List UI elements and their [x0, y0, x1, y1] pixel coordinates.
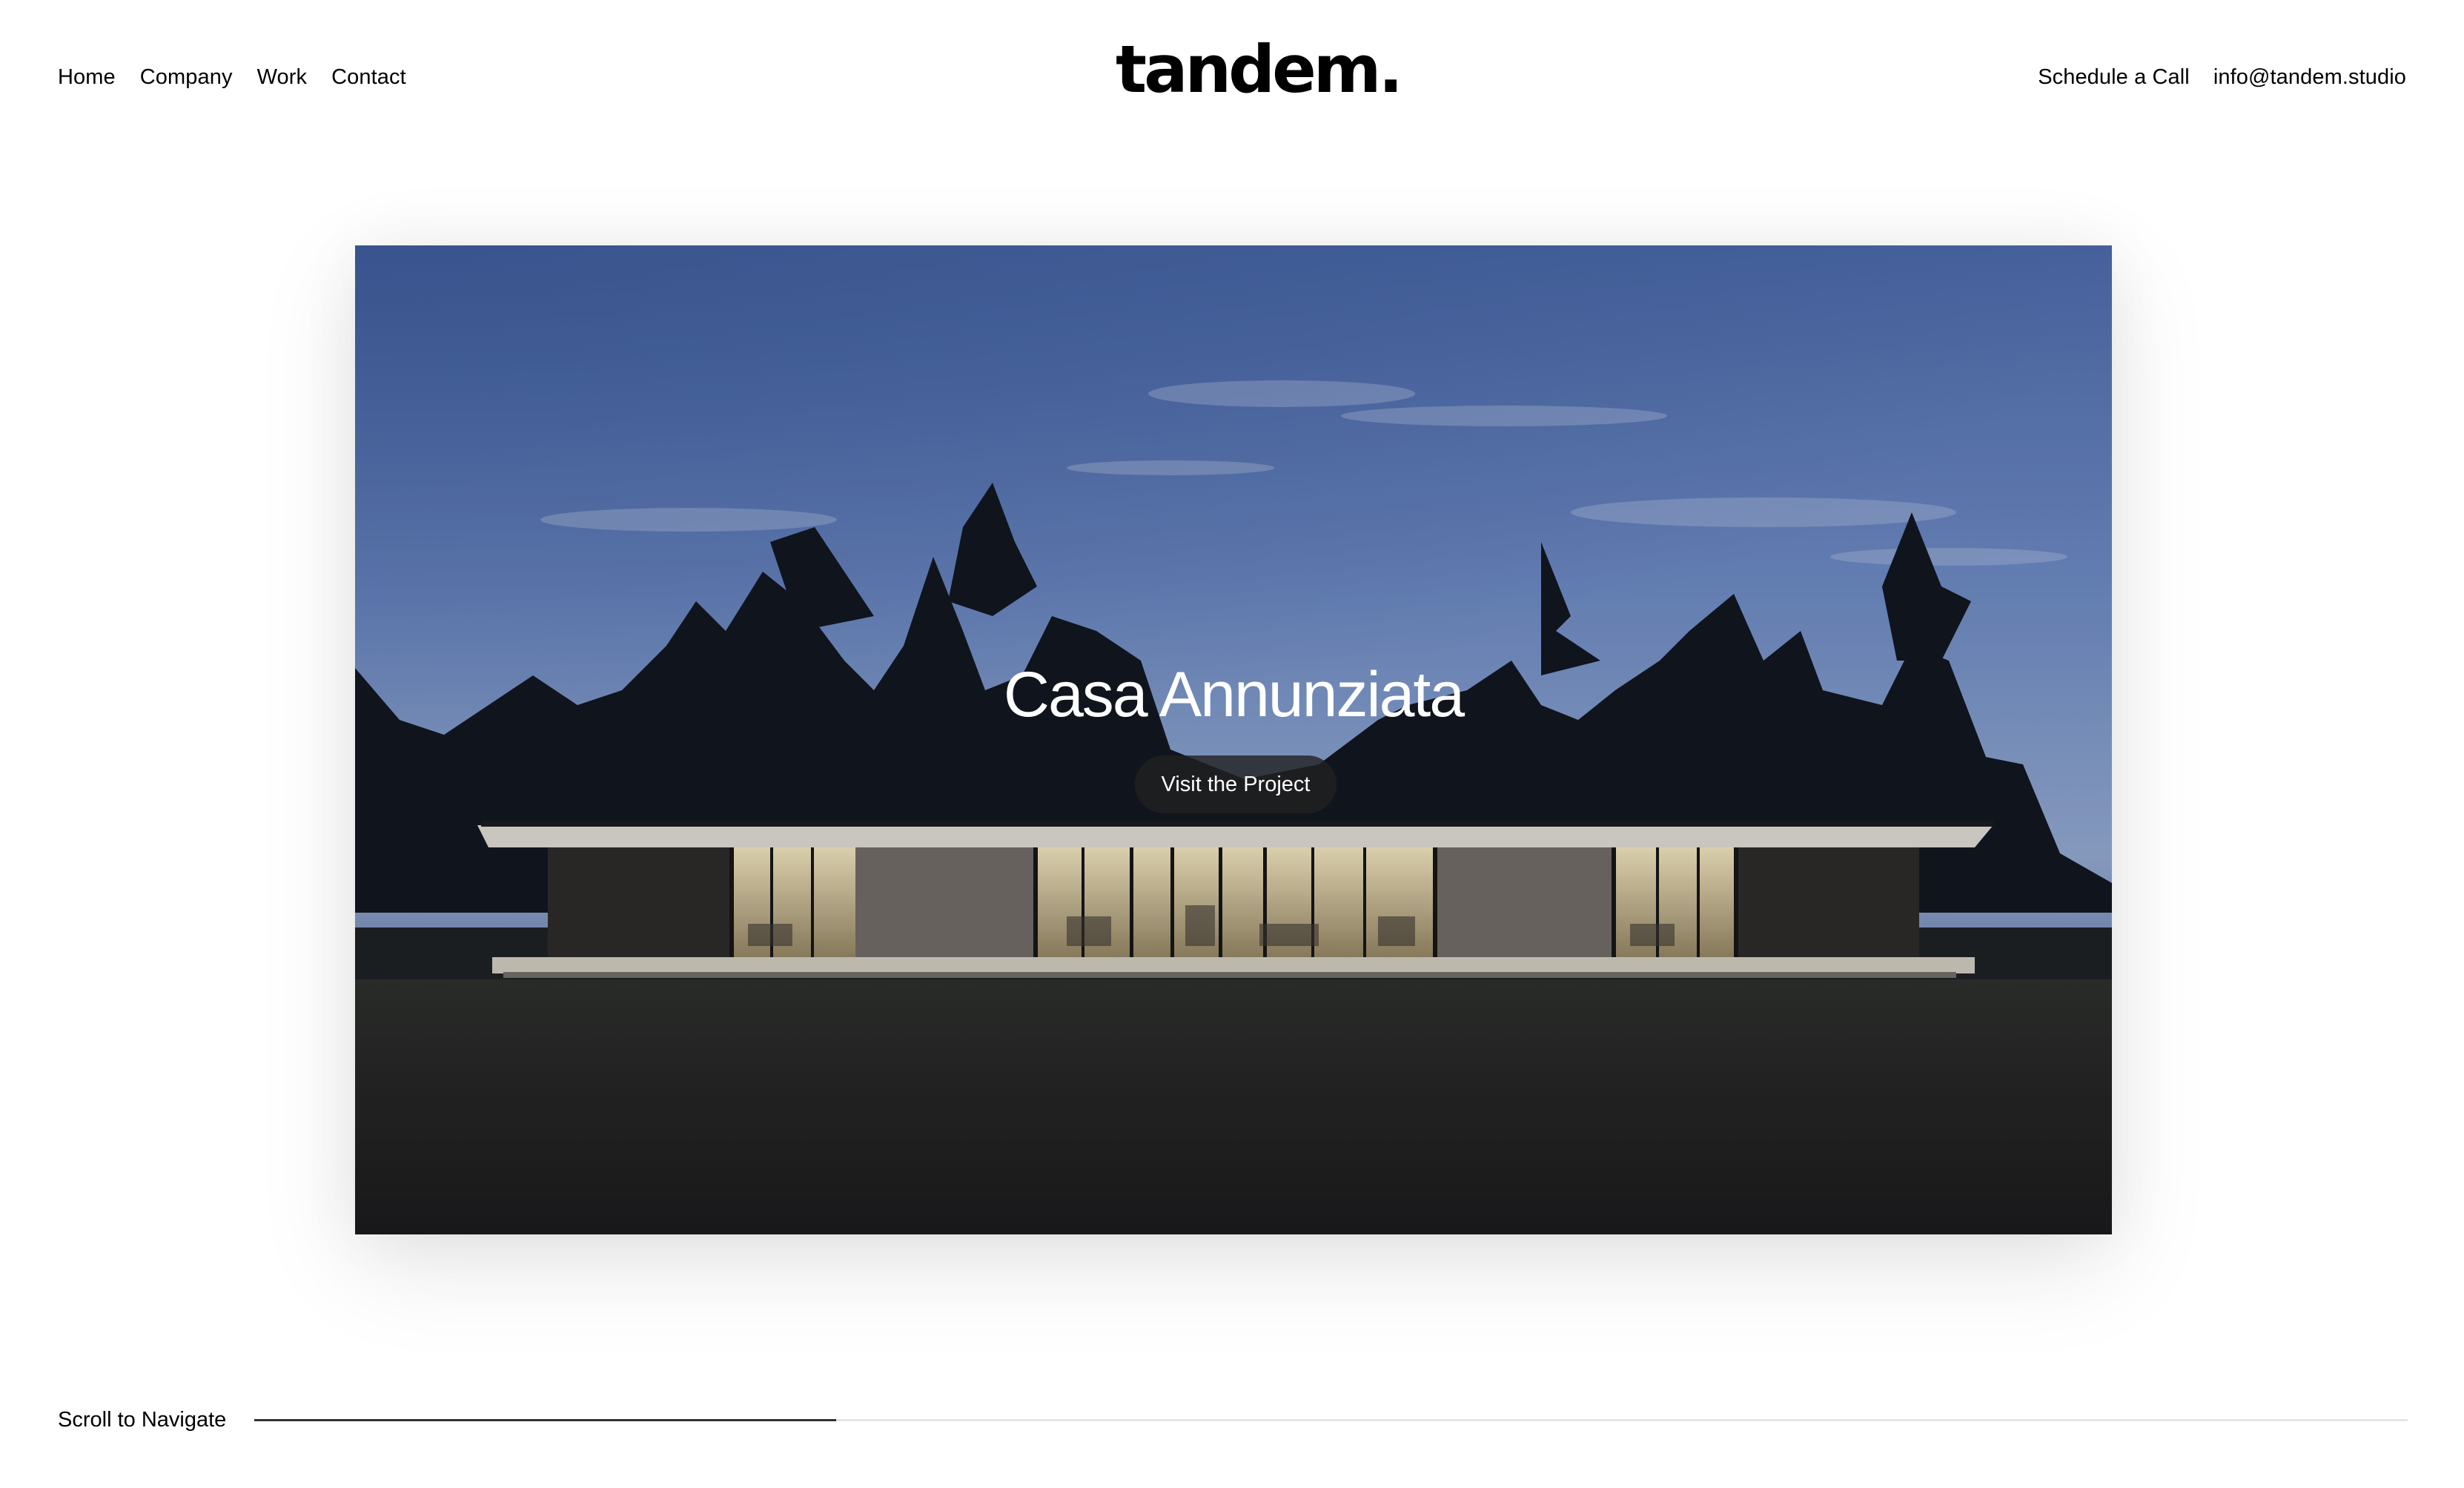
- scroll-progress-fill: [254, 1418, 836, 1421]
- hero-project-card[interactable]: Casa Annunziata Visit the Project: [355, 245, 2112, 1234]
- site-logo[interactable]: tandem.: [1116, 28, 1403, 111]
- schedule-call-link[interactable]: Schedule a Call: [2038, 65, 2190, 90]
- project-title: Casa Annunziata: [1003, 659, 1465, 730]
- main-nav: Home Company Work Contact: [58, 62, 406, 92]
- email-link[interactable]: info@tandem.studio: [2213, 65, 2406, 90]
- scroll-label: Scroll to Navigate: [58, 1407, 227, 1432]
- nav-contact-link[interactable]: Contact: [331, 65, 406, 90]
- modern-house-photo: [355, 245, 2112, 1234]
- scroll-indicator: Scroll to Navigate: [58, 1405, 2408, 1435]
- nav-company-link[interactable]: Company: [140, 65, 233, 90]
- visit-project-button[interactable]: Visit the Project: [1135, 755, 1337, 813]
- header-actions: Schedule a Call info@tandem.studio: [2038, 62, 2406, 92]
- nav-home-link[interactable]: Home: [58, 65, 116, 90]
- nav-work-link[interactable]: Work: [257, 65, 308, 90]
- scroll-progress-track[interactable]: [254, 1418, 2408, 1421]
